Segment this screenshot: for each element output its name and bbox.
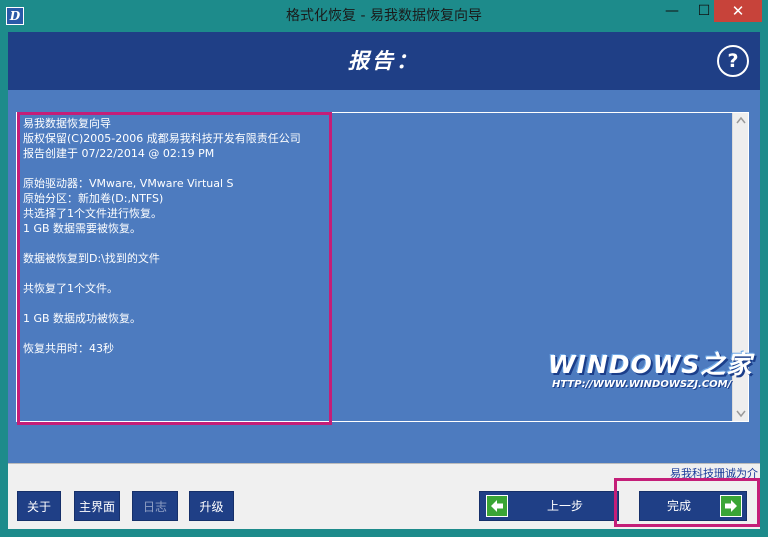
watermark-url: HTTP://WWW.WINDOWSZJ.COM/ bbox=[552, 379, 732, 390]
log-button[interactable]: 日志 bbox=[132, 491, 178, 521]
highlight-frame-finish bbox=[614, 478, 760, 527]
home-button[interactable]: 主界面 bbox=[74, 491, 120, 521]
close-button[interactable]: ✕ bbox=[714, 0, 762, 22]
prev-button-label: 上一步 bbox=[546, 499, 583, 513]
page-title: 报告： bbox=[348, 49, 420, 73]
header-band: 报告： ? bbox=[8, 32, 760, 90]
help-icon[interactable]: ? bbox=[717, 45, 749, 77]
triangle-up-icon[interactable] bbox=[733, 113, 749, 129]
minimize-button[interactable]: — bbox=[656, 0, 688, 22]
arrow-left-icon bbox=[486, 495, 508, 517]
about-button[interactable]: 关于 bbox=[17, 491, 61, 521]
highlight-frame-report bbox=[17, 112, 332, 425]
triangle-down-icon[interactable] bbox=[733, 405, 749, 421]
watermark-logo: WINDOWS之家 bbox=[548, 350, 753, 379]
prev-button[interactable]: 上一步 bbox=[479, 491, 619, 521]
app-window: D 格式化恢复 - 易我数据恢复向导 — ☐ ✕ 报告： ? 易我数据恢复向导 … bbox=[0, 0, 768, 537]
watermark: WINDOWS之家 HTTP://WWW.WINDOWSZJ.COM/ bbox=[548, 340, 758, 400]
upgrade-button[interactable]: 升级 bbox=[189, 491, 234, 521]
title-bar: D 格式化恢复 - 易我数据恢复向导 — ☐ ✕ bbox=[0, 0, 768, 32]
window-title: 格式化恢复 - 易我数据恢复向导 bbox=[286, 8, 482, 24]
